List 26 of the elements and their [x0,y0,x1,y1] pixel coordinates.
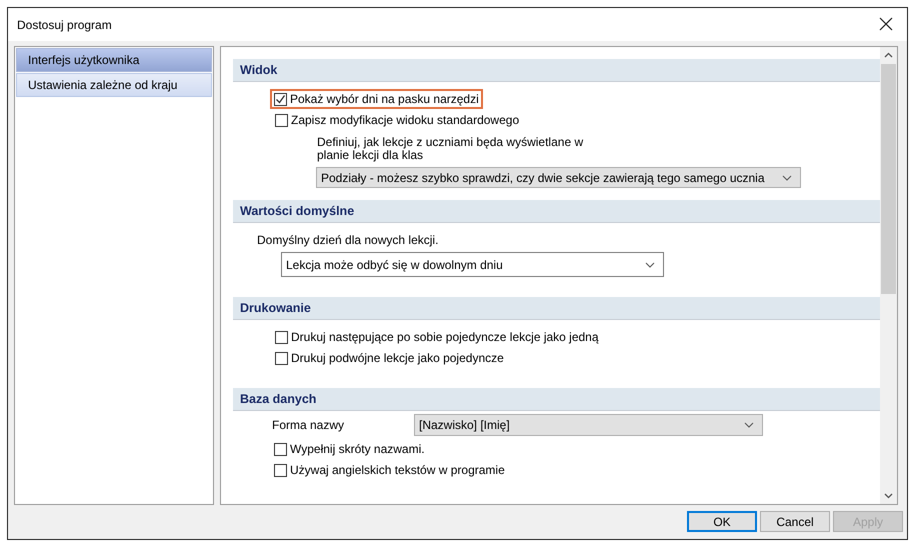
checkbox[interactable]: Używaj angielskich tekstów w programie [272,462,507,478]
description-text: Definiuj, jak lekcje z uczniami będa wyświetlane w planie lekcji dla klas [317,136,584,162]
dialog-button[interactable]: OK [687,511,757,532]
checkbox[interactable]: Zapisz modyfikacje widoku standardowego [273,112,522,128]
chevron-down-icon [744,422,754,428]
chevron-down-icon [782,174,792,180]
sidebar-item[interactable]: Interfejs użytkownika [16,48,212,72]
description-text: Domyślny dzień dla nowych lekcji. [257,234,440,247]
dropdown[interactable]: Lekcja może odbyć się w dowolnym dniu [281,252,664,277]
section-header: Drukowanie [233,297,880,320]
scrollbar-thumb[interactable] [881,64,896,294]
checkbox[interactable]: Drukuj następujące po sobie pojedyncze lekcje jako jedną [273,329,601,345]
close-icon [879,16,893,30]
section-header: Wartości domyślne [233,200,880,223]
checkbox[interactable]: Pokaż wybór dni na pasku narzędzi [272,91,481,107]
checkmark-icon [275,94,286,104]
window-title: Dostosuj program [17,18,112,32]
checkbox[interactable]: Drukuj podwójne lekcje jako pojedyncze [273,350,506,366]
section-header: Baza danych [233,388,880,411]
checkbox[interactable]: Wypełnij skróty nazwami. [272,441,427,457]
sidebar-item[interactable]: Ustawienia zależne od kraju [16,73,212,97]
field-label: Forma nazwy [272,418,346,432]
chevron-down-icon [645,262,655,268]
scrollbar[interactable] [880,47,897,504]
dialog-button[interactable]: Cancel [760,511,830,532]
section-header: Widok [233,59,880,82]
